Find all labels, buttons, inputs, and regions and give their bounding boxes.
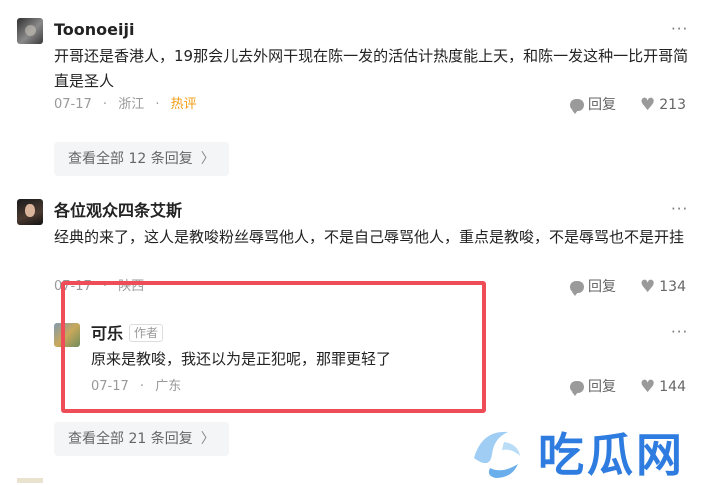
avatar[interactable] (17, 199, 43, 225)
comment-text: 开哥还是香港人，19那会儿去外网干现在陈一发的活估计热度能上天，和陈一发这种一比… (54, 47, 689, 90)
meta-separator: · (155, 97, 160, 112)
reply-button[interactable]: 回复 (570, 96, 616, 114)
heart-icon: ♥ (640, 95, 656, 115)
more-options-icon[interactable]: ··· (671, 200, 688, 218)
avatar[interactable] (17, 18, 43, 44)
view-replies-label: 查看全部 12 条回复 (68, 151, 193, 167)
reply-label: 回复 (588, 279, 616, 295)
comment-text: 经典的来了，这人是教唆粉丝辱骂他人，不是自己辱骂他人，重点是教唆，不是辱骂也不是… (54, 228, 685, 246)
like-button[interactable]: ♥ 213 (640, 96, 686, 114)
like-button[interactable]: ♥ 144 (640, 378, 686, 396)
next-comment-avatar-edge (17, 478, 43, 483)
watermark-text: 吃瓜网 (538, 427, 685, 482)
hot-comment-badge: 热评 (170, 97, 197, 112)
watermark: 吃瓜网 (468, 420, 713, 483)
highlight-box (61, 281, 486, 413)
chevron-right-icon: 〉 (200, 431, 215, 447)
more-options-icon[interactable]: ··· (671, 20, 688, 38)
chevron-right-icon: 〉 (200, 151, 215, 167)
reply-button[interactable]: 回复 (570, 378, 616, 396)
view-replies-label: 查看全部 21 条回复 (68, 431, 193, 447)
view-replies-button[interactable]: 查看全部 21 条回复〉 (54, 422, 229, 456)
meta-separator: · (102, 97, 108, 112)
like-count: 134 (659, 279, 686, 295)
reply-button[interactable]: 回复 (570, 278, 616, 296)
heart-icon: ♥ (640, 377, 656, 397)
like-count: 213 (659, 97, 686, 113)
heart-icon: ♥ (640, 277, 656, 297)
comment-username[interactable]: Toonoeiji (54, 20, 134, 40)
reply-icon (570, 381, 584, 396)
comment-meta: 07-17 · 浙江 · 热评 (54, 96, 197, 114)
reply-icon (570, 281, 584, 296)
more-options-icon[interactable]: ··· (671, 323, 688, 341)
like-count: 144 (659, 379, 686, 395)
view-replies-button[interactable]: 查看全部 12 条回复〉 (54, 142, 229, 176)
reply-icon (570, 99, 584, 114)
like-button[interactable]: ♥ 134 (640, 278, 686, 296)
comment-username[interactable]: 各位观众四条艾斯 (54, 201, 182, 221)
comment-date: 07-17 (54, 97, 92, 112)
comment-location: 浙江 (118, 97, 145, 112)
watermark-logo-icon (468, 424, 532, 480)
reply-label: 回复 (588, 379, 616, 395)
reply-label: 回复 (588, 97, 616, 113)
